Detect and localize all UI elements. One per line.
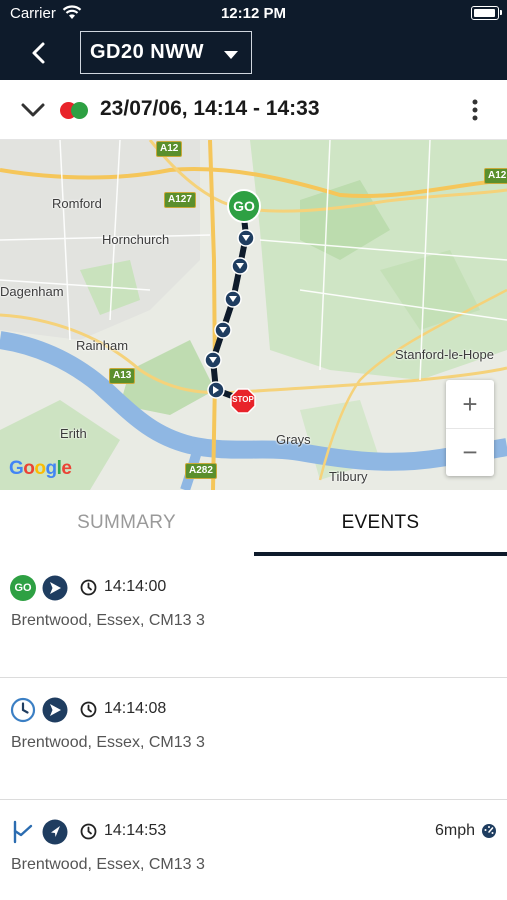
event-time: 14:14:00 [104, 578, 167, 595]
collapse-chevron-icon[interactable] [20, 100, 46, 120]
clock-icon [80, 823, 97, 840]
stop-marker[interactable]: STOP [230, 388, 256, 414]
heading-icon [42, 575, 68, 601]
event-time: 14:14:53 [104, 822, 167, 839]
route-direction-marker [224, 290, 242, 308]
event-row[interactable]: GO 14:14:00 Brentwood, Essex, CM13 3 [0, 556, 507, 678]
place-label-erith: Erith [60, 426, 87, 441]
battery-icon [471, 6, 502, 20]
place-label-romford: Romford [52, 196, 102, 211]
navigation-icon [42, 819, 68, 845]
status-bar: Carrier 12:12 PM [0, 0, 507, 28]
event-address: Brentwood, Essex, CM13 3 [11, 856, 205, 873]
place-label-stanford: Stanford-le-Hope [395, 347, 494, 362]
go-marker-label: GO [233, 198, 255, 214]
event-row[interactable]: 14:14:53 6mph Brentwood, Essex, CM13 3 [0, 800, 507, 900]
events-list: GO 14:14:00 Brentwood, Essex, CM13 3 14:… [0, 556, 507, 900]
chevron-down-icon [224, 51, 238, 59]
place-label-dagenham: Dagenham [0, 284, 64, 299]
trip-title: 23/07/06, 14:14 - 14:33 [100, 97, 320, 120]
event-time: 14:14:08 [104, 700, 167, 717]
route-direction-marker [214, 321, 232, 339]
zoom-controls: + − [446, 380, 494, 476]
zoom-in-button[interactable]: + [446, 380, 494, 428]
stop-marker-label: STOP [232, 395, 254, 404]
heading-icon [42, 697, 68, 723]
road-label-a127: A127 [164, 192, 196, 208]
route-direction-marker [231, 257, 249, 275]
google-attribution[interactable]: Google [9, 458, 72, 480]
tab-summary[interactable]: SUMMARY [0, 490, 253, 556]
more-options-icon[interactable] [467, 98, 483, 122]
event-speed: 6mph [434, 822, 475, 839]
go-dot-icon [71, 102, 88, 119]
road-label-a12-right: A12 [484, 168, 507, 184]
nav-bar: GD20 NWW [0, 28, 507, 80]
vehicle-select-label: GD20 NWW [90, 41, 204, 63]
place-label-rainham: Rainham [76, 338, 129, 353]
place-label-grays: Grays [276, 432, 311, 447]
go-icon: GO [10, 575, 36, 601]
speedometer-icon [482, 824, 496, 838]
waypoint-flag-icon [13, 820, 33, 844]
clock-outline-icon [10, 697, 36, 723]
trip-status-indicator [60, 102, 90, 120]
route-direction-marker [207, 381, 225, 399]
clock-icon [80, 701, 97, 718]
status-time: 12:12 PM [220, 5, 287, 22]
place-label-tilbury: Tilbury [329, 469, 368, 484]
go-icon-label: GO [14, 582, 32, 594]
tab-events[interactable]: EVENTS [254, 490, 507, 556]
place-label-hornchurch: Hornchurch [102, 232, 170, 247]
go-marker[interactable]: GO [227, 189, 261, 223]
tab-bar: SUMMARY EVENTS [0, 490, 507, 556]
route-direction-marker [237, 229, 255, 247]
event-address: Brentwood, Essex, CM13 3 [11, 612, 205, 629]
road-label-a12: A12 [156, 141, 183, 157]
map-view[interactable]: GO STOP A12 A127 A13 A282 A12 Romford Ho… [0, 140, 507, 490]
road-label-a282: A282 [185, 463, 217, 479]
road-label-a13: A13 [109, 368, 136, 384]
trip-header: 23/07/06, 14:14 - 14:33 [0, 80, 507, 140]
event-address: Brentwood, Essex, CM13 3 [11, 734, 205, 751]
clock-icon [80, 579, 97, 596]
back-button[interactable] [24, 38, 54, 68]
zoom-out-button[interactable]: − [446, 428, 494, 476]
event-row[interactable]: 14:14:08 Brentwood, Essex, CM13 3 [0, 678, 507, 800]
vehicle-select[interactable]: GD20 NWW [80, 31, 252, 74]
route-direction-marker [204, 351, 222, 369]
